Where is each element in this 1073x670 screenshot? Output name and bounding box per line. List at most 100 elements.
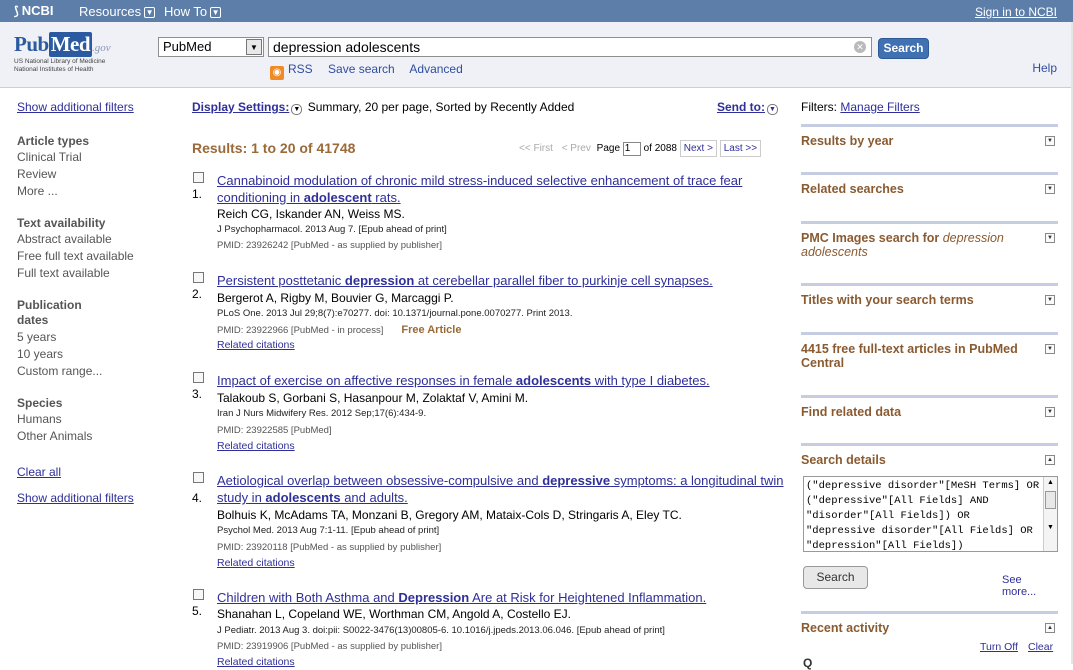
chevron-down-icon[interactable]: ▼: [291, 104, 303, 115]
panel-related-searches[interactable]: Related searches ▼: [801, 172, 1058, 218]
related-citations-link[interactable]: Related citations: [217, 440, 295, 452]
see-more-link[interactable]: See more...: [1002, 574, 1058, 598]
expand-toggle-icon[interactable]: ▼: [1045, 233, 1055, 243]
search-sublinks: ◉ RSS Save search Advanced: [270, 62, 475, 80]
first-page-link[interactable]: << First: [516, 141, 556, 156]
collapse-toggle-icon[interactable]: ▲: [1045, 623, 1055, 633]
scroll-thumb[interactable]: [1045, 491, 1056, 509]
result-number: 3.: [192, 387, 203, 401]
prev-page-link[interactable]: < Prev: [559, 141, 594, 156]
panel-results-by-year[interactable]: Results by year ▼: [801, 124, 1058, 170]
manage-filters-link[interactable]: Manage Filters: [840, 100, 919, 114]
ncbi-home-link[interactable]: ⟆ NCBI: [14, 3, 53, 18]
panel-titles-with-terms[interactable]: Titles with your search terms ▼: [801, 283, 1058, 329]
related-citations-link[interactable]: Related citations: [217, 339, 295, 351]
filter-group-title: Text availability: [17, 216, 106, 230]
expand-toggle-icon[interactable]: ▼: [1045, 184, 1055, 194]
panel-search-details[interactable]: Search details ▲: [801, 443, 1058, 467]
result-title-link[interactable]: Aetiological overlap between obsessive-c…: [217, 472, 787, 506]
filter-more-article-types[interactable]: More ...: [17, 183, 177, 200]
save-search-link[interactable]: Save search: [328, 62, 395, 76]
filter-clinical-trial[interactable]: Clinical Trial: [17, 149, 177, 166]
next-page-button[interactable]: Next >: [679, 140, 717, 157]
chevron-down-icon: ▼: [210, 7, 222, 18]
filter-abstract-available[interactable]: Abstract available: [17, 231, 177, 248]
related-citations-link[interactable]: Related citations: [217, 656, 295, 668]
resources-menu[interactable]: Resources ▼: [79, 4, 156, 19]
page-count: of 2088: [643, 143, 677, 154]
result-title-link[interactable]: Cannabinoid modulation of chronic mild s…: [217, 172, 787, 206]
search-button[interactable]: Search: [878, 38, 929, 59]
clear-recent-activity[interactable]: Clear: [1028, 641, 1053, 653]
search-input[interactable]: depression adolescents ✕: [268, 37, 872, 57]
howto-menu[interactable]: How To ▼: [164, 4, 222, 19]
recent-activity-item[interactable]: Q: [803, 656, 812, 670]
title-text: Impact of exercise on affective response…: [217, 373, 516, 388]
result-checkbox[interactable]: [193, 589, 204, 600]
rss-link[interactable]: ◉ RSS: [270, 62, 313, 80]
filter-full-text[interactable]: Full text available: [17, 265, 177, 282]
collapse-toggle-icon[interactable]: ▲: [1045, 455, 1055, 465]
result-title-link[interactable]: Persistent posttetanic depression at cer…: [217, 272, 787, 289]
pubmed-logo[interactable]: PubMed .gov US National Library of Medici…: [14, 32, 134, 76]
panel-pmc-images[interactable]: PMC Images search for depression adolesc…: [801, 221, 1058, 281]
filter-other-animals[interactable]: Other Animals: [17, 428, 177, 445]
search-details-textarea[interactable]: ("depressive disorder"[MeSH Terms] OR ("…: [803, 476, 1058, 552]
filter-free-full-text[interactable]: Free full text available: [17, 248, 177, 265]
send-to-menu[interactable]: Send to: ▼: [717, 100, 780, 115]
rss-icon: ◉: [270, 66, 284, 80]
filter-review[interactable]: Review: [17, 166, 177, 183]
title-text: Cannabinoid modulation of chronic mild s…: [217, 173, 743, 205]
expand-toggle-icon[interactable]: ▼: [1045, 407, 1055, 417]
result-checkbox[interactable]: [193, 472, 204, 483]
filter-group-title: Publication dates: [17, 298, 82, 327]
sign-in-link[interactable]: Sign in to NCBI: [975, 5, 1057, 19]
result-journal: Iran J Nurs Midwifery Res. 2012 Sep;17(6…: [217, 408, 427, 419]
show-additional-filters-top[interactable]: Show additional filters: [17, 100, 177, 114]
display-settings-link[interactable]: Display Settings:: [192, 100, 289, 114]
scroll-down-icon[interactable]: ▼: [1047, 524, 1054, 531]
clear-search-icon[interactable]: ✕: [854, 41, 866, 53]
related-citations-link[interactable]: Related citations: [217, 557, 295, 569]
show-additional-filters-bottom[interactable]: Show additional filters: [17, 491, 177, 505]
textarea-scrollbar[interactable]: ▲ ▼: [1043, 477, 1057, 551]
expand-toggle-icon[interactable]: ▼: [1045, 344, 1055, 354]
expand-toggle-icon[interactable]: ▼: [1045, 295, 1055, 305]
result-checkbox[interactable]: [193, 272, 204, 283]
title-text: Aetiological overlap between obsessive-c…: [217, 473, 543, 488]
scroll-up-icon[interactable]: ▲: [1047, 479, 1054, 486]
title-highlight-term: depressive: [542, 473, 611, 488]
panel-free-fulltext-pmc[interactable]: 4415 free full-text articles in PubMed C…: [801, 332, 1058, 392]
result-title-link[interactable]: Children with Both Asthma and Depression…: [217, 589, 787, 606]
turn-off-recent-activity[interactable]: Turn Off: [980, 641, 1018, 653]
filter-group-title: Species: [17, 396, 63, 410]
result-checkbox[interactable]: [193, 172, 204, 183]
advanced-search-link[interactable]: Advanced: [409, 62, 462, 76]
panel-recent-activity[interactable]: Recent activity ▲: [801, 611, 1058, 641]
help-link[interactable]: Help: [1032, 61, 1057, 75]
database-select[interactable]: PubMed ▼: [158, 37, 264, 57]
title-text: at cerebellar parallel fiber to purkinje…: [414, 273, 713, 288]
clear-all-filters[interactable]: Clear all: [17, 465, 177, 479]
result-pmid: PMID: 23922966 [PubMed - in process] Free…: [217, 324, 462, 336]
filter-humans[interactable]: Humans: [17, 411, 177, 428]
result-checkbox[interactable]: [193, 372, 204, 383]
chevron-down-icon: ▼: [144, 7, 156, 18]
result-journal: J Pediatr. 2013 Aug 3. doi:pii: S0022-34…: [217, 625, 665, 636]
result-number: 5.: [192, 604, 203, 618]
result-title-link[interactable]: Impact of exercise on affective response…: [217, 372, 787, 389]
expand-toggle-icon[interactable]: ▼: [1045, 136, 1055, 146]
filter-custom-range[interactable]: Custom range...: [17, 363, 177, 380]
page-number-input[interactable]: 1: [622, 142, 641, 156]
result-pmid: PMID: 23922585 [PubMed]: [217, 425, 332, 436]
search-details-search-button[interactable]: Search: [803, 566, 868, 589]
dropdown-arrow-icon[interactable]: ▼: [246, 39, 262, 55]
filter-10-years[interactable]: 10 years: [17, 346, 177, 363]
panel-find-related-data[interactable]: Find related data ▼: [801, 395, 1058, 441]
title-text: and adults.: [340, 490, 408, 505]
page-label: Page: [596, 143, 621, 154]
filter-5-years[interactable]: 5 years: [17, 329, 177, 346]
title-highlight-term: Depression: [398, 590, 470, 605]
ncbi-top-bar: ⟆ NCBI Resources ▼ How To ▼ Sign in to NCBI: [0, 0, 1073, 22]
last-page-button[interactable]: Last >>: [719, 140, 762, 157]
